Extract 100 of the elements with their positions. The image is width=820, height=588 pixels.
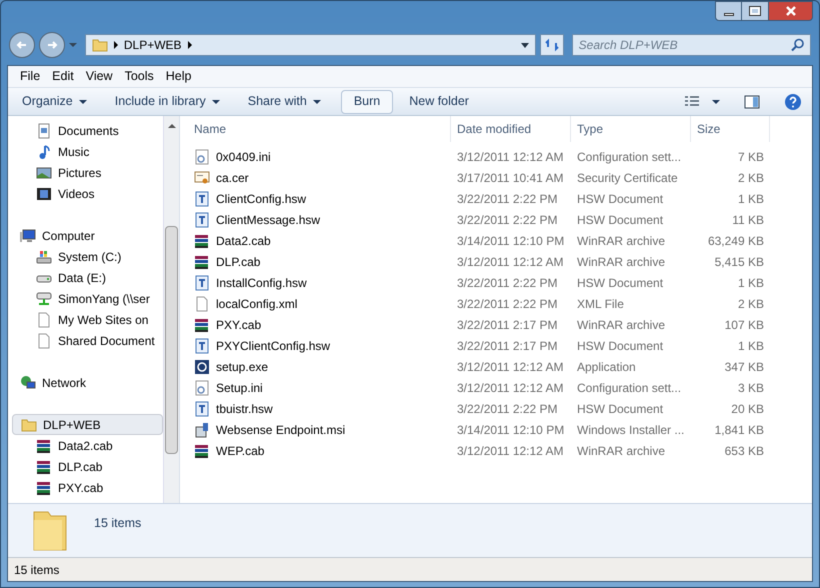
toolbar-dropdown[interactable]: Share with [240, 90, 329, 114]
nav-item[interactable]: Music [12, 141, 163, 162]
menu-item[interactable]: View [80, 67, 119, 86]
forward-button[interactable] [38, 32, 65, 58]
nav-item[interactable]: Data2.cab [12, 435, 163, 456]
book-stack-icon [194, 316, 210, 332]
type-cell-text: HSW Document [576, 338, 664, 354]
caret-icon [78, 100, 87, 104]
refresh-button[interactable] [540, 34, 564, 56]
document-icon [36, 122, 52, 138]
size-cell-text: 20 KB [730, 400, 765, 418]
file-name[interactable]: ca.cer [216, 168, 249, 186]
file-name[interactable]: InstallConfig.hsw [216, 274, 307, 292]
document-icon [194, 274, 210, 290]
toolbar-button[interactable]: Burn [340, 90, 394, 114]
maximize-icon [750, 7, 760, 15]
size-cell-text: 63,249 KB [706, 232, 765, 250]
installer-box-icon [194, 422, 210, 438]
file-name[interactable]: setup.exe [216, 358, 268, 376]
date-cell-text: 3/22/2011 2:17 PM [456, 338, 559, 354]
size-cell-text: 347 KB [724, 358, 765, 376]
breadcrumb[interactable]: DLP+WEB [124, 36, 182, 54]
file-name[interactable]: 0x0409.ini [216, 148, 271, 166]
nav-item[interactable]: Pictures [12, 162, 163, 183]
nav-item[interactable]: DLP+WEB [12, 414, 163, 435]
nav-item[interactable]: Documents [12, 120, 163, 141]
date-cell-text: 3/17/2011 10:41 AM [456, 170, 565, 186]
nav-item[interactable]: Shared Document [12, 330, 163, 351]
type-cell-text: Security Certificate [576, 170, 679, 186]
file-name[interactable]: tbuistr.hsw [216, 400, 273, 418]
film-strip-icon [36, 186, 52, 202]
nav-item[interactable]: Computer [12, 225, 163, 246]
file-name[interactable]: Websense Endpoint.msi [216, 420, 346, 438]
file-name[interactable]: PXYClientConfig.hsw [216, 336, 330, 354]
column-header[interactable]: Type [571, 116, 691, 142]
nav-item[interactable]: PXY.cab [12, 477, 163, 498]
file-name[interactable]: DLP.cab [216, 252, 260, 270]
book-stack-icon [36, 438, 52, 454]
file-name[interactable]: localConfig.xml [216, 294, 298, 312]
chevron-icon[interactable] [114, 41, 118, 49]
date-cell-text: 3/22/2011 2:22 PM [456, 296, 559, 312]
maximize-button[interactable] [742, 1, 768, 21]
blank-page-icon [36, 312, 52, 328]
close-icon [784, 5, 796, 17]
size-cell-text: 1 KB [736, 190, 765, 208]
date-cell-text: 3/14/2011 12:10 PM [456, 232, 566, 250]
minimize-button[interactable] [715, 1, 742, 21]
help-icon[interactable] [784, 92, 802, 110]
menu-item[interactable]: Tools [118, 67, 160, 86]
date-cell-text: 3/12/2011 12:12 AM [456, 442, 565, 460]
nav-item[interactable]: DLP.cab [12, 456, 163, 477]
type-cell-text: HSW Document [576, 212, 664, 228]
column-header[interactable]: Name [188, 116, 451, 142]
chevron-icon[interactable] [188, 41, 192, 49]
blank-page-icon [194, 296, 210, 312]
date-cell-text: 3/14/2011 12:10 PM [456, 422, 566, 438]
nav-item[interactable]: Videos [12, 183, 163, 204]
globe-monitor-icon [20, 374, 36, 390]
date-cell-text: 3/12/2011 12:12 AM [456, 358, 565, 376]
menu-item[interactable]: Edit [46, 67, 80, 86]
nav-item[interactable]: System (C:) [12, 246, 163, 267]
folder-icon [92, 37, 108, 53]
date-cell-text: 3/22/2011 2:22 PM [456, 190, 559, 208]
address-bar[interactable]: DLP+WEB [84, 34, 536, 56]
scrollbar[interactable] [163, 116, 179, 503]
toolbar-button[interactable]: New folder [401, 90, 477, 114]
column-header[interactable]: Date modified [451, 116, 571, 142]
nav-item[interactable]: Data (E:) [12, 267, 163, 288]
file-name[interactable]: Setup.ini [216, 378, 263, 396]
book-stack-icon [194, 232, 210, 248]
file-name[interactable]: WEP.cab [216, 442, 264, 460]
menu-item[interactable]: File [14, 67, 46, 86]
scroll-thumb[interactable] [165, 226, 178, 454]
size-cell-text: 2 KB [736, 296, 765, 312]
file-name[interactable]: PXY.cab [216, 316, 262, 334]
nav-item[interactable]: My Web Sites on [12, 309, 163, 330]
column-header[interactable]: Size [691, 116, 770, 142]
file-name[interactable]: ClientConfig.hsw [216, 190, 306, 208]
history-caret-icon[interactable] [68, 43, 77, 47]
type-cell-text: XML File [576, 296, 625, 312]
toolbar-dropdown[interactable]: Organize [14, 90, 95, 114]
back-arrow-icon [16, 39, 28, 51]
menu-item[interactable]: Help [160, 67, 198, 86]
caret-icon [312, 100, 321, 104]
file-name[interactable]: Data2.cab [216, 232, 271, 250]
type-cell-text: WinRAR archive [576, 232, 666, 250]
size-cell-text: 1,841 KB [714, 422, 765, 438]
view-caret-icon[interactable] [712, 100, 720, 104]
nav-item[interactable]: SimonYang (\\ser [12, 288, 163, 309]
preview-pane-icon[interactable] [744, 94, 760, 110]
toolbar-dropdown[interactable]: Include in library [106, 90, 228, 114]
drive-with-logo-icon [36, 248, 52, 264]
search-field[interactable]: Search DLP+WEB [572, 34, 811, 56]
file-name[interactable]: ClientMessage.hsw [216, 210, 320, 228]
close-button[interactable] [768, 1, 813, 21]
certificate-icon [194, 170, 210, 186]
dropdown-caret-icon[interactable] [520, 42, 529, 48]
nav-item[interactable]: Network [12, 372, 163, 393]
type-cell-text: HSW Document [576, 400, 664, 418]
back-button[interactable] [9, 32, 35, 58]
